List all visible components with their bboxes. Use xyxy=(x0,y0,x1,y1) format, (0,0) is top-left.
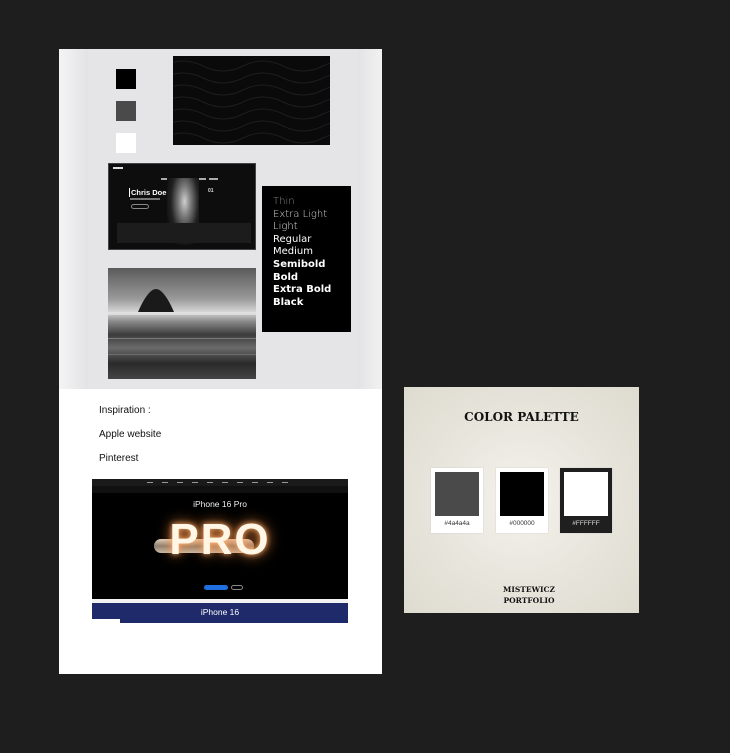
apple-product-title: iPhone 16 Pro xyxy=(193,499,247,509)
color-palette-card[interactable]: COLOR PALETTE #4a4a4a #000000 #FFFFFF MI… xyxy=(404,387,639,613)
apple-global-nav xyxy=(92,479,348,486)
font-weight-bold: Bold xyxy=(273,271,299,283)
palette-footer-line1: MISTEWICZ xyxy=(503,585,555,594)
apple-buy-button xyxy=(204,585,228,590)
site-footer-strip xyxy=(117,223,251,243)
panel-shade-right xyxy=(358,49,382,389)
inspiration-item-apple: Apple website xyxy=(99,429,162,440)
seascape-photo xyxy=(108,268,256,379)
inspiration-heading: Inspiration : xyxy=(99,405,151,416)
portfolio-site-thumbnail: Chris Doe 01 xyxy=(108,163,256,250)
site-logo xyxy=(113,167,123,169)
palette-footer-line2: PORTFOLIO xyxy=(503,596,555,605)
site-hero-subtitle xyxy=(130,198,160,200)
apple-website-screenshot: iPhone 16 Pro PRO iPhone 16 xyxy=(92,479,348,623)
font-weights-panel: Thin Extra Light Light Regular Medium Se… xyxy=(262,186,351,332)
palette-footer: MISTEWICZ PORTFOLIO xyxy=(404,584,654,606)
site-menu xyxy=(161,167,221,180)
palette-chip-fill xyxy=(564,472,608,516)
palette-chip-code: #4a4a4a xyxy=(444,520,470,527)
palette-chip-code: #000000 xyxy=(509,520,535,527)
swatch-gray xyxy=(116,101,136,121)
panel-shade-left xyxy=(59,49,88,389)
moodboard-card[interactable]: Chris Doe 01 Thin Extra Light Light Regu… xyxy=(59,49,382,674)
font-weight-extra-bold: Extra Bold xyxy=(273,284,332,296)
font-weight-regular: Regular xyxy=(273,233,312,245)
palette-chip-code: #FFFFFF xyxy=(572,520,600,527)
font-weight-thin: Thin xyxy=(273,196,295,207)
apple-learn-more-button xyxy=(231,585,243,590)
font-weight-light: Light xyxy=(273,221,298,233)
site-stat: 01 xyxy=(208,188,214,194)
font-weight-black: Black xyxy=(273,296,304,308)
palette-chip-white: #FFFFFF xyxy=(560,468,612,533)
palette-chip-fill xyxy=(500,472,544,516)
apple-lower-title: iPhone 16 xyxy=(200,607,240,617)
texture-pattern-image xyxy=(173,56,330,145)
swatch-black xyxy=(116,69,136,89)
palette-chip-gray: #4a4a4a xyxy=(431,468,483,533)
font-weight-medium: Medium xyxy=(273,246,313,258)
site-nav xyxy=(109,164,255,180)
apple-hero-word: PRO xyxy=(169,515,271,564)
site-hero-name: Chris Doe xyxy=(129,188,167,197)
font-weight-semibold: Semibold xyxy=(273,258,326,270)
palette-chip-fill xyxy=(435,472,479,516)
site-cta-button xyxy=(131,204,149,209)
palette-title: COLOR PALETTE xyxy=(464,410,579,424)
inspiration-item-pinterest: Pinterest xyxy=(99,453,139,464)
swatch-white xyxy=(116,133,136,153)
apple-cookie-bar xyxy=(92,619,120,623)
wave-pattern-svg xyxy=(173,60,330,144)
font-weight-extra-light: Extra Light xyxy=(273,208,328,220)
moodboard-top-panel: Chris Doe 01 Thin Extra Light Light Regu… xyxy=(59,49,382,389)
haystack-rock-svg xyxy=(108,289,256,355)
apple-promo-banner xyxy=(92,486,348,493)
palette-chip-black: #000000 xyxy=(496,468,548,533)
